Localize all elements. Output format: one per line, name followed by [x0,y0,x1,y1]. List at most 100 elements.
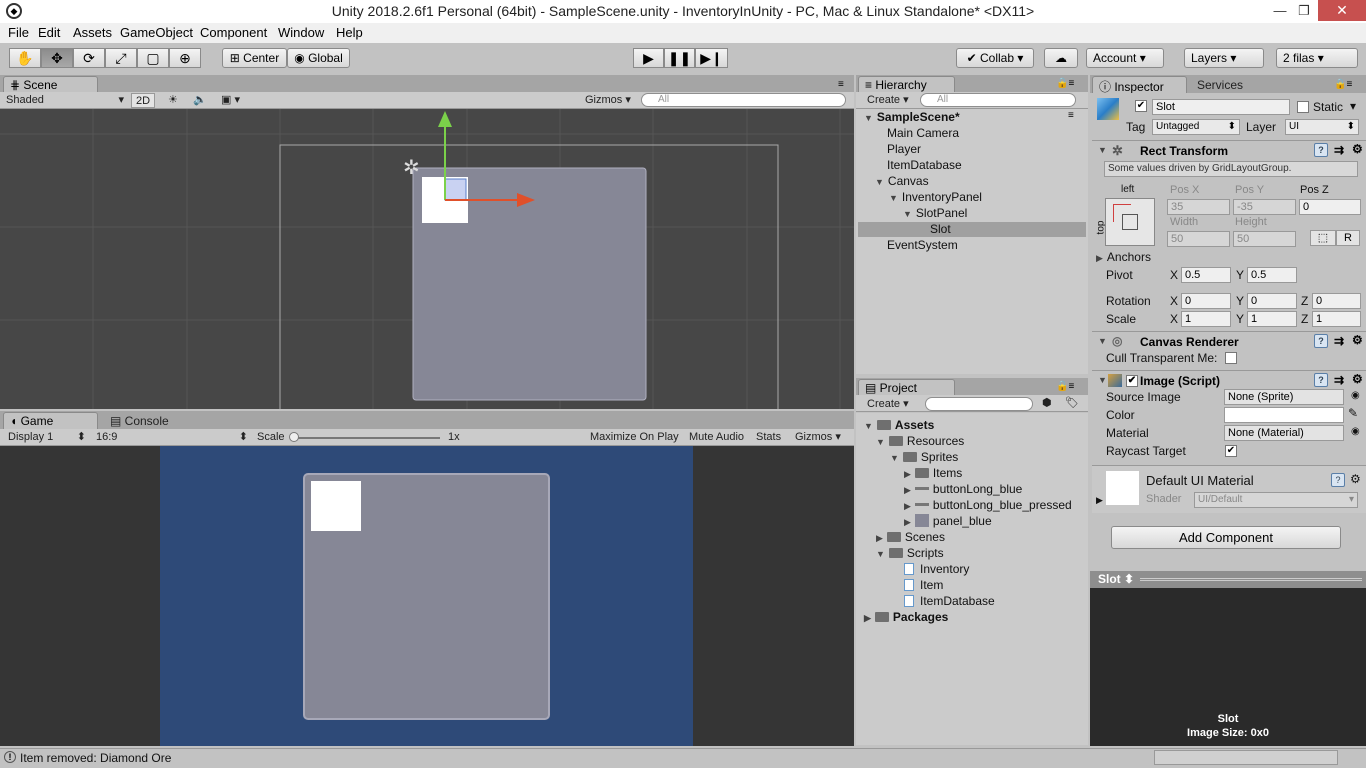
project-item[interactable]: ▶ Packages [864,610,948,624]
active-checkbox[interactable]: ✔ [1135,100,1147,112]
preset-icon[interactable]: ⇉ [1334,373,1344,387]
add-component-button[interactable]: Add Component [1111,526,1341,549]
shader-dropdown[interactable]: UI/Default ▾ [1194,492,1358,508]
material-foldout-icon[interactable]: ▶ [1096,495,1103,506]
help-icon[interactable]: ? [1314,334,1328,348]
scale-slider[interactable] [292,437,440,439]
material-field[interactable]: None (Material) [1224,425,1344,441]
gear-icon[interactable]: ⚙ [1352,142,1363,156]
hierarchy-item[interactable]: ▼ SlotPanel [903,206,967,220]
close-icon[interactable]: ✕ [1318,0,1366,21]
source-image-field[interactable]: None (Sprite) [1224,389,1344,405]
tab-console[interactable]: ▤ Console [110,414,169,428]
image-enabled-checkbox[interactable]: ✔ [1126,375,1138,387]
project-item[interactable]: ▼ Resources [876,434,964,448]
scene-gizmos-dropdown[interactable]: Gizmos ▾ [585,93,631,108]
project-item[interactable]: ▶ panel_blue [904,514,992,528]
status-message[interactable]: Item removed: Diamond Ore [20,751,171,765]
scene-viewport[interactable]: ✲ [0,109,854,409]
mute-audio-toggle[interactable]: Mute Audio [689,430,744,445]
hand-tool-icon[interactable]: ✋ [9,48,41,68]
pivot-x-field[interactable]: 0.5 [1181,267,1231,283]
material-help-icon[interactable]: ? [1331,473,1345,487]
project-create-dropdown[interactable]: Create ▾ [867,397,909,412]
game-viewport[interactable] [0,446,854,746]
hierarchy-create-dropdown[interactable]: Create ▾ [867,93,909,108]
project-item[interactable]: ItemDatabase [904,594,995,608]
effects-icon[interactable]: ▣ ▾ [221,93,240,108]
raycast-checkbox[interactable]: ✔ [1225,445,1237,457]
project-item[interactable]: ▼ Assets [864,418,934,432]
pause-icon[interactable]: ❚❚ [664,48,695,68]
project-item[interactable]: ▼ Sprites [890,450,958,464]
play-icon[interactable]: ▶ [633,48,664,68]
gear-icon[interactable]: ⚙ [1352,333,1363,347]
hierarchy-item-selected[interactable]: Slot [930,222,951,236]
scene-search-input[interactable]: All [641,93,846,107]
project-item[interactable]: ▶ Items [904,466,962,480]
rotation-y-field[interactable]: 0 [1247,293,1297,309]
posz-field[interactable]: 0 [1299,199,1361,215]
color-field[interactable] [1224,407,1344,423]
account-dropdown[interactable]: Account ▾ [1086,48,1164,68]
filter-label-icon[interactable]: 🏷 [1065,396,1079,411]
project-search-input[interactable] [925,397,1033,411]
filter-type-icon[interactable]: ⬢ [1042,396,1052,411]
hierarchy-search-input[interactable]: All [920,93,1076,107]
layer-dropdown[interactable]: UI ⬍ [1285,119,1359,135]
preset-icon[interactable]: ⇉ [1334,334,1344,348]
tab-hierarchy[interactable]: ≡ Hierarchy [858,76,955,93]
raw-edit-button[interactable]: R [1336,230,1360,246]
tag-dropdown[interactable]: Untagged ⬍ [1152,119,1240,135]
step-icon[interactable]: ▶❙ [695,48,728,68]
scale-z-field[interactable]: 1 [1312,311,1361,327]
preview-dropdown[interactable]: Slot ⬍ [1098,572,1134,586]
menu-window[interactable]: Window [278,25,324,40]
rect-transform-header[interactable]: ▼ ✲ Rect Transform ? ⇉ ⚙ [1092,140,1366,160]
posy-field[interactable]: -35 [1233,199,1296,215]
transform-tool-icon[interactable]: ⊕ [169,48,201,68]
preview-drag-handle[interactable] [1140,578,1362,581]
tab-inspector[interactable]: ⓘ Inspector [1092,76,1187,94]
scale-x-field[interactable]: 1 [1181,311,1231,327]
move-tool-icon[interactable]: ✥ [41,48,73,68]
project-item[interactable]: Item [904,578,943,592]
project-item[interactable]: Inventory [904,562,969,576]
static-dropdown-icon[interactable]: ▾ [1350,99,1356,113]
material-gear-icon[interactable]: ⚙ [1350,472,1361,486]
canvas-renderer-header[interactable]: ▼ ◎ Canvas Renderer ? ⇉ ⚙ [1092,331,1366,351]
menu-gameobject[interactable]: GameObject [120,25,193,40]
cull-checkbox[interactable] [1225,352,1237,364]
layers-dropdown[interactable]: Layers ▾ [1184,48,1264,68]
maximize-on-play-toggle[interactable]: Maximize On Play [590,430,679,445]
rotation-x-field[interactable]: 0 [1181,293,1231,309]
static-checkbox[interactable] [1297,101,1309,113]
cloud-icon[interactable]: ☁ [1044,48,1078,68]
rotation-z-field[interactable]: 0 [1312,293,1361,309]
material-picker-icon[interactable]: ◉ [1351,426,1360,437]
project-item[interactable]: ▶ buttonLong_blue_pressed [904,498,1072,512]
object-name-field[interactable]: Slot [1152,99,1290,115]
gear-icon[interactable]: ⚙ [1352,372,1363,386]
scale-tool-icon[interactable]: ⤢ [105,48,137,68]
object-picker-icon[interactable]: ◉ [1351,390,1360,401]
posx-field[interactable]: 35 [1167,199,1230,215]
project-item[interactable]: ▶ buttonLong_blue [904,482,1022,496]
panel-menu-icon[interactable]: ≡ [838,79,844,90]
height-field[interactable]: 50 [1233,231,1296,247]
hierarchy-item[interactable]: ▼ Canvas [875,174,929,188]
tab-game[interactable]: ◖ Game [3,412,98,429]
display-dropdown[interactable]: Display 1 ⬍ [8,430,86,445]
eyedropper-icon[interactable]: ✎ [1348,406,1358,420]
inventory-slot[interactable] [311,481,361,531]
collab-button[interactable]: ✔ Collab ▾ [956,48,1034,68]
menu-assets[interactable]: Assets [73,25,112,40]
rotate-tool-icon[interactable]: ⟳ [73,48,105,68]
hierarchy-item[interactable]: ▼ InventoryPanel [889,190,982,204]
scale-slider-thumb[interactable] [289,432,299,442]
anchors-foldout[interactable]: ▶ Anchors [1096,250,1151,264]
rect-tool-icon[interactable]: ▢ [137,48,169,68]
maximize-icon[interactable]: ❐ [1290,0,1318,21]
preset-icon[interactable]: ⇉ [1334,143,1344,157]
scene-menu-icon[interactable]: ≡ [1068,110,1074,121]
